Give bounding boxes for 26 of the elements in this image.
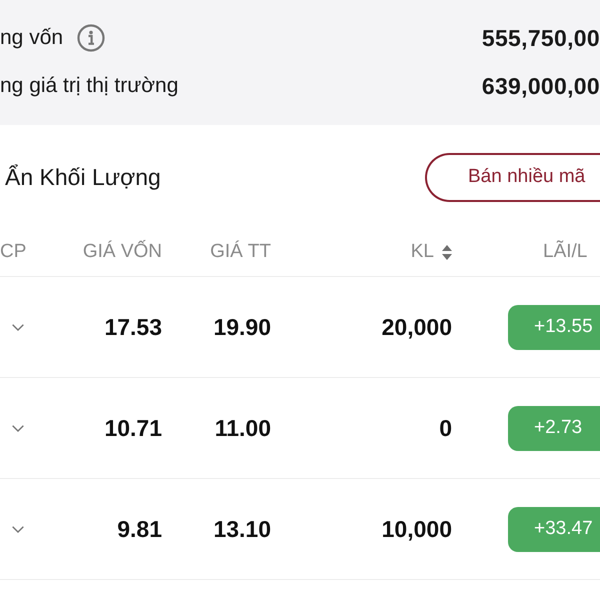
chevron-down-icon[interactable] — [12, 324, 24, 330]
sell-multiple-button[interactable]: Bán nhiều mã — [425, 152, 600, 202]
chevron-down-icon[interactable] — [12, 526, 24, 532]
column-header: GIÁ VỐN — [82, 239, 162, 264]
summary-value: 639,000,00 — [482, 72, 600, 101]
column-header: CP — [0, 240, 26, 264]
profit-badge: +33.47 — [508, 506, 600, 552]
market-price-cell-text: 11.00 — [214, 414, 271, 443]
column-header: GIÁ TT — [210, 240, 271, 264]
profit-badge: +13.55 — [508, 304, 600, 350]
volume-cell-text: 0 — [439, 414, 452, 443]
column-header: LÃI/L — [543, 239, 588, 264]
info-icon[interactable] — [77, 24, 106, 52]
market-price-cell-text: 13.10 — [213, 514, 271, 544]
summary-label: ng giá trị thị trường — [0, 73, 178, 100]
volume-cell-text: 20,000 — [382, 312, 452, 342]
summary-value: 555,750,00 — [482, 24, 600, 53]
market-price-cell-text: 19.90 — [213, 312, 271, 342]
cost-price-cell-text: 10.71 — [104, 414, 162, 443]
toggle-label: Ẩn Khối Lượng — [4, 162, 161, 192]
chevron-down-icon[interactable] — [12, 424, 24, 432]
cost-price-cell-text: 9.81 — [117, 514, 162, 544]
volume-cell-text: 10,000 — [382, 514, 452, 544]
profit-badge: +2.73 — [508, 406, 600, 450]
cost-price-cell-text: 17.53 — [104, 312, 162, 342]
summary-label: ng vốn — [0, 25, 64, 52]
